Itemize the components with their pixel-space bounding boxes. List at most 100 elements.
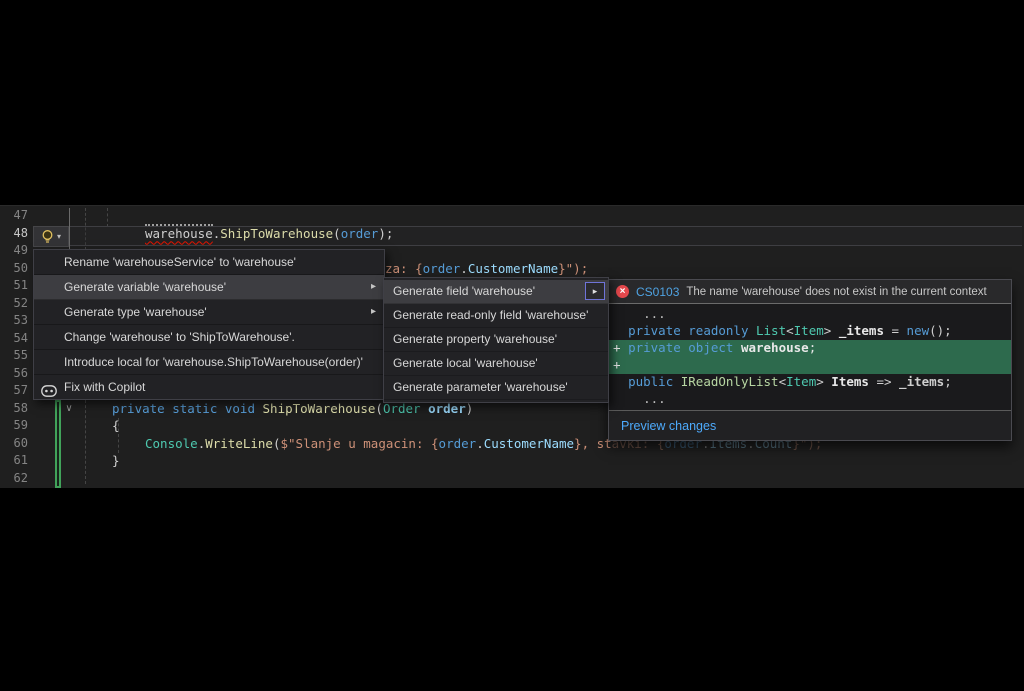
preview-code: ... private readonly List<Item> _items =… — [609, 304, 1011, 411]
menu-item[interactable]: Rename 'warehouseService' to 'warehouse' — [34, 250, 384, 275]
code-token: } — [112, 453, 120, 468]
code-token: CustomerName — [468, 261, 558, 276]
code-token: } — [574, 436, 582, 451]
menu-item-label: Generate variable 'warehouse' — [64, 280, 226, 294]
quick-actions-menu: Rename 'warehouseService' to 'warehouse'… — [33, 249, 385, 400]
code-line: } — [112, 453, 120, 471]
submenu-item[interactable]: Generate read-only field 'warehouse' — [384, 304, 608, 328]
code-token: + — [613, 357, 621, 372]
error-code: CS0103 — [636, 285, 679, 299]
code-token: private static void — [112, 401, 263, 416]
code-token: > — [824, 323, 839, 338]
code-token: warehouse — [145, 224, 213, 241]
submenu-item[interactable]: Generate parameter 'warehouse' — [384, 376, 608, 400]
copilot-icon — [41, 385, 57, 397]
code-token: ... — [613, 306, 666, 321]
menu-item-label: Rename 'warehouseService' to 'warehouse' — [64, 255, 296, 269]
submenu-item[interactable]: Generate local 'warehouse' — [384, 352, 608, 376]
line-number: 60 — [2, 436, 28, 454]
line-number: 54 — [2, 331, 28, 349]
submenu-item-label: Generate parameter 'warehouse' — [393, 380, 568, 394]
code-token: _items — [899, 374, 944, 389]
code-line: za: {order.CustomerName}"); — [385, 261, 588, 279]
line-number: 61 — [2, 453, 28, 471]
menu-item[interactable]: Fix with Copilot — [34, 375, 384, 399]
menu-item[interactable]: Introduce local for 'warehouse.ShipToWar… — [34, 350, 384, 375]
submenu-item-label: Generate field 'warehouse' — [393, 284, 535, 298]
code-line: private static void ShipToWarehouse(Orde… — [112, 401, 473, 419]
code-token: Console — [145, 436, 198, 451]
menu-item[interactable]: Generate variable 'warehouse' ▸ — [34, 275, 384, 300]
preview-code-line: ... — [609, 391, 1011, 408]
code-token: public — [628, 374, 681, 389]
line-number: 59 — [2, 418, 28, 436]
code-token: > — [816, 374, 831, 389]
code-token: (); — [929, 323, 952, 338]
line-number: 51 — [2, 278, 28, 296]
code-token: private readonly — [628, 323, 756, 338]
code-token: _items — [839, 323, 884, 338]
submenu-arrow-icon: ▸ — [371, 300, 376, 324]
code-token: IReadOnlyList — [681, 374, 779, 389]
submenu-expander-button[interactable]: ▸ — [585, 282, 605, 300]
menu-item[interactable]: Generate type 'warehouse'▸ — [34, 300, 384, 325]
error-icon: × — [616, 285, 629, 298]
code-token: List — [756, 323, 786, 338]
code-token: order — [423, 261, 461, 276]
submenu-item-label: Generate property 'warehouse' — [393, 332, 557, 346]
code-token: order — [341, 226, 379, 241]
menu-item-label: Change 'warehouse' to 'ShipToWarehouse'. — [64, 330, 295, 344]
code-token: { — [415, 261, 423, 276]
code-token: ( — [375, 401, 383, 416]
code-token: ( — [333, 226, 341, 241]
submenu-item-label: Generate read-only field 'warehouse' — [393, 308, 588, 322]
code-token: Slanje u magacin: — [296, 436, 431, 451]
line-number: 62 — [2, 471, 28, 489]
code-line: warehouse.ShipToWarehouse(order); — [145, 226, 393, 244]
code-token: ; — [944, 374, 952, 389]
submenu-arrow-icon: ▸ — [371, 275, 376, 299]
line-number: 47 — [2, 208, 28, 226]
indent-guide — [85, 395, 86, 484]
code-token: = — [884, 323, 907, 338]
preview-code-line: private readonly List<Item> _items = new… — [609, 323, 1011, 340]
code-token: Item — [794, 323, 824, 338]
code-token: ); — [378, 226, 393, 241]
preview-pane: × CS0103 The name 'warehouse' does not e… — [608, 279, 1012, 441]
code-token: private object — [628, 340, 741, 355]
quick-actions-button[interactable]: ▾ — [33, 226, 69, 247]
indent-guide — [107, 208, 108, 227]
preview-code-line: + — [609, 357, 1011, 374]
code-token: Item — [786, 374, 816, 389]
menu-item-label: Introduce local for 'warehouse.ShipToWar… — [64, 355, 363, 369]
code-token: ... — [613, 391, 666, 406]
menu-item[interactable]: Change 'warehouse' to 'ShipToWarehouse'. — [34, 325, 384, 350]
preview-code-line: ... — [609, 306, 1011, 323]
line-number: 52 — [2, 296, 28, 314]
line-number: 57 — [2, 383, 28, 401]
code-line: { — [112, 418, 120, 436]
menu-item-label: Fix with Copilot — [64, 380, 145, 394]
submenu-item[interactable]: Generate field 'warehouse' ▸ — [384, 280, 608, 304]
code-token: + — [613, 340, 628, 355]
fold-chevron-icon[interactable]: ∨ — [62, 400, 76, 417]
code-token — [613, 374, 628, 389]
code-token: ShipToWarehouse — [263, 401, 376, 416]
line-number: 49 — [2, 243, 28, 261]
code-token: order — [439, 436, 477, 451]
code-token: < — [779, 374, 787, 389]
code-token: CustomerName — [484, 436, 574, 451]
preview-code-line: + private object warehouse; — [609, 340, 1011, 357]
copilot-icon — [41, 381, 57, 405]
submenu-item[interactable]: Generate property 'warehouse' — [384, 328, 608, 352]
chevron-down-icon: ▾ — [57, 232, 61, 241]
code-token: } — [558, 261, 566, 276]
code-token: $" — [280, 436, 295, 451]
diagnostic-header: × CS0103 The name 'warehouse' does not e… — [609, 280, 1011, 304]
code-token: . — [460, 261, 468, 276]
code-token: za: — [385, 261, 415, 276]
line-number: 48 — [2, 226, 28, 244]
generate-submenu: Generate field 'warehouse' ▸ Generate read… — [383, 277, 609, 403]
preview-changes-link[interactable]: Preview changes — [621, 419, 716, 433]
lightbulb-icon — [41, 229, 54, 245]
